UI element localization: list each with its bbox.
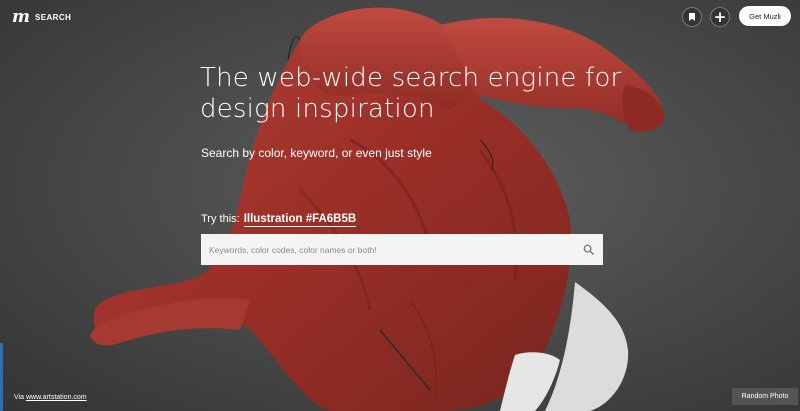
- credit-prefix: Via: [14, 394, 24, 401]
- get-muzli-button[interactable]: Get Muzli: [739, 6, 791, 26]
- subheading: Search by color, keyword, or even just s…: [201, 146, 432, 160]
- page-title: The web-wide search engine for design in…: [200, 63, 660, 125]
- credit-link[interactable]: www.artstation.com: [26, 394, 87, 401]
- try-this-row: Try this: Illustration #FA6B5B: [201, 213, 357, 227]
- search-icon[interactable]: [583, 244, 594, 255]
- brand[interactable]: m SEARCH: [12, 9, 71, 26]
- hero-jacket-artwork: [90, 7, 665, 411]
- search-box: [201, 234, 603, 265]
- try-this-label: Try this:: [201, 213, 240, 225]
- headline-line-2: design inspiration: [200, 94, 435, 124]
- photo-credit: Via www.artstation.com: [14, 394, 87, 401]
- headline-line-1: The web-wide search engine for: [200, 63, 622, 93]
- plus-icon: +: [713, 7, 727, 26]
- add-button[interactable]: +: [710, 7, 730, 27]
- try-example-link[interactable]: Illustration #FA6B5B: [243, 213, 357, 227]
- bookmark-button[interactable]: [682, 7, 702, 27]
- muzli-logo: m: [12, 7, 30, 27]
- search-input[interactable]: [201, 234, 571, 265]
- left-edge-accent: [0, 343, 3, 411]
- bookmark-icon: [689, 13, 695, 21]
- muzli-search-page: m SEARCH + Get Muzli The web-wide search…: [0, 0, 800, 411]
- random-photo-button[interactable]: Random Photo: [732, 388, 798, 405]
- brand-label: SEARCH: [35, 13, 72, 22]
